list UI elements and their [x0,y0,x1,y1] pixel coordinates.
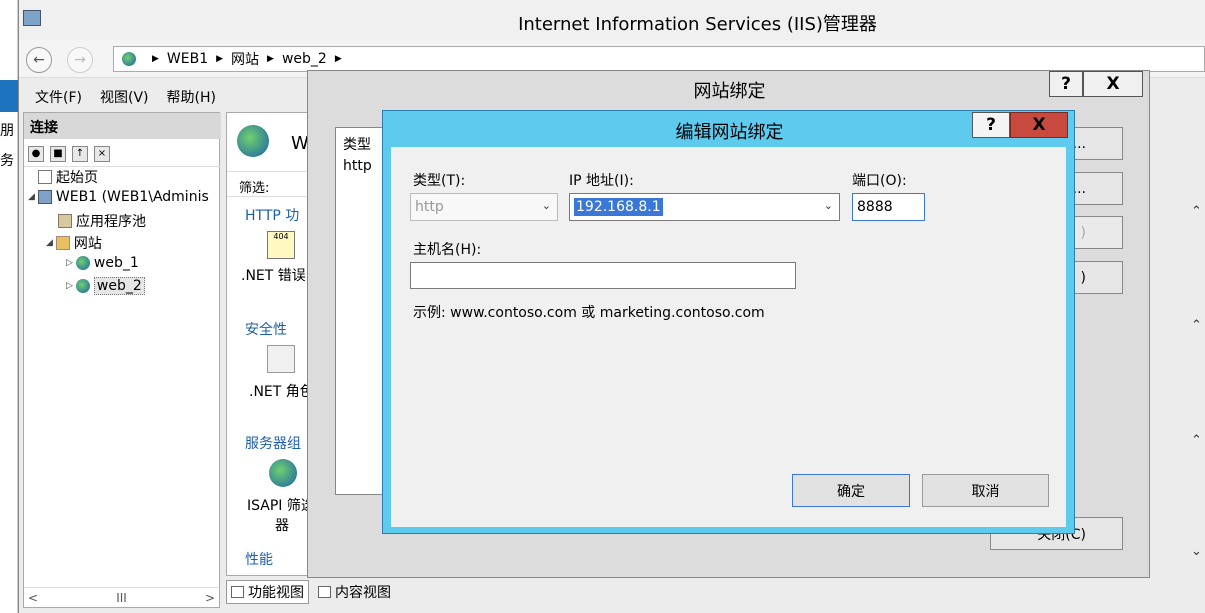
breadcrumb-site[interactable]: web_2 [282,51,327,67]
tree-item-server[interactable]: ◢ WEB1 (WEB1\Adminis [28,189,209,205]
breadcrumb-separator-icon: ▶ [216,54,224,64]
tree-item-label: web_2 [93,277,145,295]
site-globe-icon [75,256,90,270]
ip-address-value: 192.168.8.1 [574,198,663,216]
chevron-up-icon[interactable]: ⌃ [1191,433,1202,448]
roles-icon[interactable] [267,345,295,373]
tree-item-label: 起始页 [56,170,98,186]
tree-item-sites[interactable]: ◢ 网站 [46,233,102,253]
connections-header: 连接 [24,113,221,139]
tree-item-label: web_1 [93,255,139,271]
breadcrumb-separator-icon: ▶ [334,54,342,64]
help-button[interactable]: ? [1049,71,1083,97]
tree-item-label: 应用程序池 [76,214,146,230]
menu-view[interactable]: 视图(V) [100,87,149,107]
title-bar: Internet Information Services (IIS)管理器 [19,0,1205,40]
chevron-down-icon[interactable]: ⌄ [1191,544,1202,559]
list-item[interactable]: http [343,158,372,174]
tab-content-view[interactable]: 内容视图 [313,580,396,604]
menu-file[interactable]: 文件(F) [35,87,82,107]
close-button[interactable]: X [1010,112,1068,138]
type-label: 类型(T): [413,173,466,189]
site-globe-icon [75,279,90,293]
feature-net-error[interactable]: .NET 错误 [241,265,306,285]
scroll-thumb[interactable]: III [116,591,127,605]
chevron-up-icon[interactable]: ⌃ [1191,318,1202,333]
tree-item-start-page[interactable]: 起始页 [38,167,98,187]
help-button[interactable]: ? [972,112,1010,138]
error-pages-icon[interactable]: 404 [267,231,295,259]
back-button[interactable]: ← [26,47,52,73]
collapse-arrow-icon[interactable]: ◢ [46,238,53,248]
forward-button[interactable]: → [67,47,93,73]
features-view-icon [231,586,244,598]
view-tabs: 功能视图 内容视图 [226,580,400,604]
tree-item-label: WEB1 (WEB1\Adminis [55,189,209,205]
chevron-down-icon: ⌄ [541,199,551,212]
horizontal-scrollbar[interactable]: < III > [24,587,219,607]
desktop-left-strip: 朋 务 [0,0,18,613]
breadcrumb-separator-icon: ▶ [152,54,159,64]
chevron-down-icon[interactable]: ⌄ [824,199,833,212]
connections-toolbar: ● ■ ↑ × [24,141,221,167]
site-globe-icon [237,125,269,157]
connections-pane: 连接 ● ■ ↑ × 起始页 ◢ WEB1 (WEB1\Adminis 应用程序… [23,112,221,608]
breadcrumb-server[interactable]: WEB1 [167,51,208,67]
desktop-text: 务 [0,153,14,169]
cancel-button[interactable]: 取消 [922,474,1049,507]
category-server[interactable]: 服务器组 [245,433,301,453]
feature-isapi-cont: 器 [275,518,289,534]
tree-item-app-pools[interactable]: 应用程序池 [58,211,146,231]
tree-item-label: 网站 [73,236,102,252]
feature-net-role[interactable]: .NET 角色 [249,381,314,401]
category-http[interactable]: HTTP 功 [245,205,299,225]
collapse-arrow-icon[interactable]: ◢ [28,192,35,202]
edit-binding-body: 类型(T): IP 地址(I): 端口(O): http ⌄ 192.168.8… [391,147,1066,527]
close-button[interactable]: X [1083,71,1143,97]
host-label: 主机名(H): [413,242,482,258]
category-security[interactable]: 安全性 [245,319,287,339]
list-header-type[interactable]: 类型 [343,134,371,154]
scroll-right-icon[interactable]: > [205,591,215,605]
sites-folder-icon [55,236,70,250]
delete-connection-icon[interactable]: × [94,145,110,162]
globe-icon [122,52,136,66]
ok-button[interactable]: 确定 [792,474,910,507]
site-bindings-title: 网站绑定 [693,81,766,102]
expand-arrow-icon[interactable]: ▷ [66,258,73,268]
tab-features-view[interactable]: 功能视图 [226,580,309,604]
taskbar-highlight [0,80,18,112]
expand-arrow-icon[interactable]: ▷ [66,281,73,291]
desktop-text: 朋 [0,123,14,139]
connect-icon[interactable]: ● [28,145,44,162]
breadcrumb-sites[interactable]: 网站 [231,49,259,69]
ip-address-select[interactable]: 192.168.8.1 ⌄ [569,193,840,221]
ip-label: IP 地址(I): [569,173,634,189]
window-title: Internet Information Services (IIS)管理器 [518,14,877,35]
save-icon[interactable]: ■ [50,145,66,162]
up-folder-icon[interactable]: ↑ [72,145,88,162]
tree-item-web1[interactable]: ▷ web_1 [66,255,139,271]
address-bar[interactable]: ▶ WEB1 ▶ 网站 ▶ web_2 ▶ [113,46,1205,72]
category-performance[interactable]: 性能 [245,549,273,569]
chevron-up-icon[interactable]: ⌃ [1191,204,1202,219]
content-view-icon [318,586,331,598]
isapi-filter-icon[interactable] [269,459,297,487]
tree-item-web2[interactable]: ▷ web_2 [66,277,145,295]
edit-binding-dialog: 编辑网站绑定 ? X 类型(T): IP 地址(I): 端口(O): http … [382,110,1075,534]
scroll-left-icon[interactable]: < [28,591,38,605]
server-icon [37,190,52,204]
port-input[interactable]: 8888 [852,193,925,221]
breadcrumb-separator-icon: ▶ [267,54,274,64]
app-pool-icon [58,214,72,228]
port-label: 端口(O): [852,173,907,189]
type-select[interactable]: http ⌄ [410,193,558,221]
host-name-input[interactable] [410,262,796,289]
actions-scroll-arrows: ⌃ ⌃ ⌃ ⌄ [1191,200,1205,570]
start-page-icon [38,170,52,184]
host-example-text: 示例: www.contoso.com 或 marketing.contoso.… [413,305,765,321]
menu-help[interactable]: 帮助(H) [167,87,216,107]
feature-isapi[interactable]: ISAPI 筛选 [247,495,315,515]
